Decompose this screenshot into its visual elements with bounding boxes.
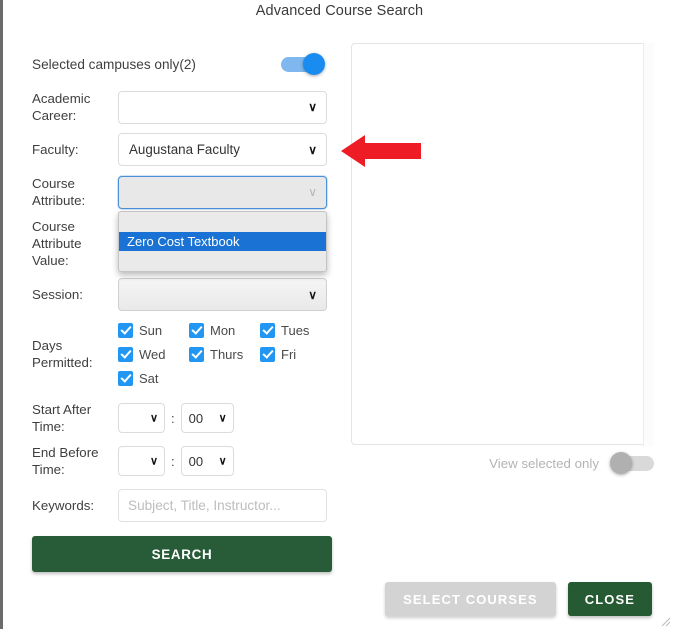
session-row: Session: ∨	[3, 278, 343, 311]
day-label: Sun	[139, 322, 163, 338]
dropdown-option-zero-cost-textbook[interactable]: Zero Cost Textbook	[119, 231, 326, 251]
search-button[interactable]: SEARCH	[32, 536, 332, 572]
results-scrollbar[interactable]	[643, 43, 654, 446]
chevron-down-icon: ∨	[149, 455, 158, 468]
dialog-footer: SELECT COURSES CLOSE	[3, 582, 664, 616]
select-courses-button[interactable]: SELECT COURSES	[385, 582, 556, 616]
start-minute-select[interactable]: 00 ∨	[180, 403, 234, 433]
view-selected-only-toggle[interactable]	[610, 452, 654, 474]
day-label: Fri	[281, 346, 297, 362]
session-select[interactable]: ∨	[118, 278, 327, 311]
selected-campuses-toggle[interactable]	[281, 52, 325, 75]
academic-career-row: Academic Career: ∨	[3, 90, 343, 124]
view-selected-only-label: View selected only	[489, 456, 599, 471]
chevron-down-icon: ∨	[308, 100, 317, 114]
close-button[interactable]: CLOSE	[567, 582, 652, 616]
days-permitted-group: Sun Mon Tues Wed Thurs Fri Sat	[118, 318, 333, 390]
day-label: Wed	[139, 346, 166, 362]
view-selected-only-row: View selected only	[351, 452, 654, 474]
day-label: Tues	[281, 322, 310, 338]
advanced-course-search-dialog: Advanced Course Search Selected campuses…	[0, 0, 673, 629]
chevron-down-icon: ∨	[308, 185, 317, 199]
checkbox-icon[interactable]	[260, 346, 275, 362]
academic-career-label: Academic Career:	[32, 91, 91, 123]
end-before-time-label: End Before Time:	[32, 445, 99, 477]
time-separator: :	[171, 410, 175, 426]
day-checkbox-wed[interactable]: Wed	[118, 342, 189, 366]
keywords-row: Keywords:	[3, 489, 343, 522]
checkbox-icon[interactable]	[118, 346, 133, 362]
days-permitted-row: Days Permitted: Sun Mon Tues Wed Thurs F…	[3, 318, 343, 390]
chevron-down-icon: ∨	[308, 287, 317, 302]
chevron-down-icon: ∨	[218, 412, 227, 425]
day-label: Mon	[210, 322, 236, 338]
day-checkbox-tues[interactable]: Tues	[260, 318, 331, 342]
course-attribute-label: Course Attribute:	[32, 176, 86, 208]
end-minute-value: 00	[188, 453, 204, 469]
course-attribute-select[interactable]: ∨	[118, 175, 327, 209]
chevron-down-icon: ∨	[218, 455, 227, 468]
chevron-down-icon: ∨	[308, 142, 317, 157]
course-attribute-dropdown-list[interactable]: Zero Cost Textbook	[118, 210, 327, 272]
end-minute-select[interactable]: 00 ∨	[180, 446, 234, 476]
results-panel[interactable]	[351, 43, 654, 446]
day-checkbox-fri[interactable]: Fri	[260, 342, 331, 366]
faculty-row: Faculty: Augustana Faculty ∨	[3, 133, 343, 166]
search-button-wrap: SEARCH	[3, 536, 343, 572]
selected-campuses-row: Selected campuses only(2)	[3, 44, 343, 84]
faculty-label: Faculty:	[32, 142, 79, 157]
start-hour-select[interactable]: ∨	[118, 403, 165, 433]
day-checkbox-thurs[interactable]: Thurs	[189, 342, 260, 366]
selected-campuses-label: Selected campuses only(2)	[32, 56, 196, 72]
chevron-down-icon: ∨	[149, 412, 158, 425]
toggle-knob	[303, 52, 325, 75]
checkbox-icon[interactable]	[260, 322, 275, 338]
faculty-value: Augustana Faculty	[129, 142, 240, 157]
start-minute-value: 00	[188, 410, 204, 426]
checkbox-icon[interactable]	[118, 322, 133, 338]
day-label: Thurs	[210, 346, 244, 362]
days-permitted-label: Days Permitted:	[32, 338, 93, 370]
dropdown-option-spacer	[119, 251, 326, 269]
keywords-input[interactable]	[118, 489, 327, 522]
keywords-label: Keywords:	[32, 498, 95, 513]
session-label: Session:	[32, 287, 83, 302]
checkbox-icon[interactable]	[189, 346, 204, 362]
day-checkbox-sat[interactable]: Sat	[118, 366, 189, 390]
faculty-select[interactable]: Augustana Faculty ∨	[118, 133, 327, 166]
day-checkbox-sun[interactable]: Sun	[118, 318, 189, 342]
resize-handle-icon[interactable]	[658, 614, 671, 627]
course-attribute-row: Course Attribute: ∨ Zero Cost Textbook	[3, 175, 343, 272]
search-form: Selected campuses only(2) Academic Caree…	[3, 44, 343, 572]
time-separator: :	[171, 453, 175, 469]
course-attribute-value-label: Course Attribute Value:	[32, 219, 82, 268]
toggle-knob	[610, 452, 632, 474]
page-title: Advanced Course Search	[255, 3, 424, 19]
end-hour-select[interactable]: ∨	[118, 446, 165, 476]
end-before-time-row: End Before Time: ∨ : 00 ∨	[3, 444, 343, 478]
academic-career-select[interactable]: ∨	[118, 90, 327, 124]
day-checkbox-mon[interactable]: Mon	[189, 318, 260, 342]
checkbox-icon[interactable]	[118, 370, 133, 386]
dropdown-option-blank[interactable]	[119, 214, 326, 232]
start-after-time-row: Start After Time: ∨ : 00 ∨	[3, 401, 343, 435]
start-after-time-label: Start After Time:	[32, 402, 92, 434]
checkbox-icon[interactable]	[189, 322, 204, 338]
day-label: Sat	[139, 370, 159, 386]
